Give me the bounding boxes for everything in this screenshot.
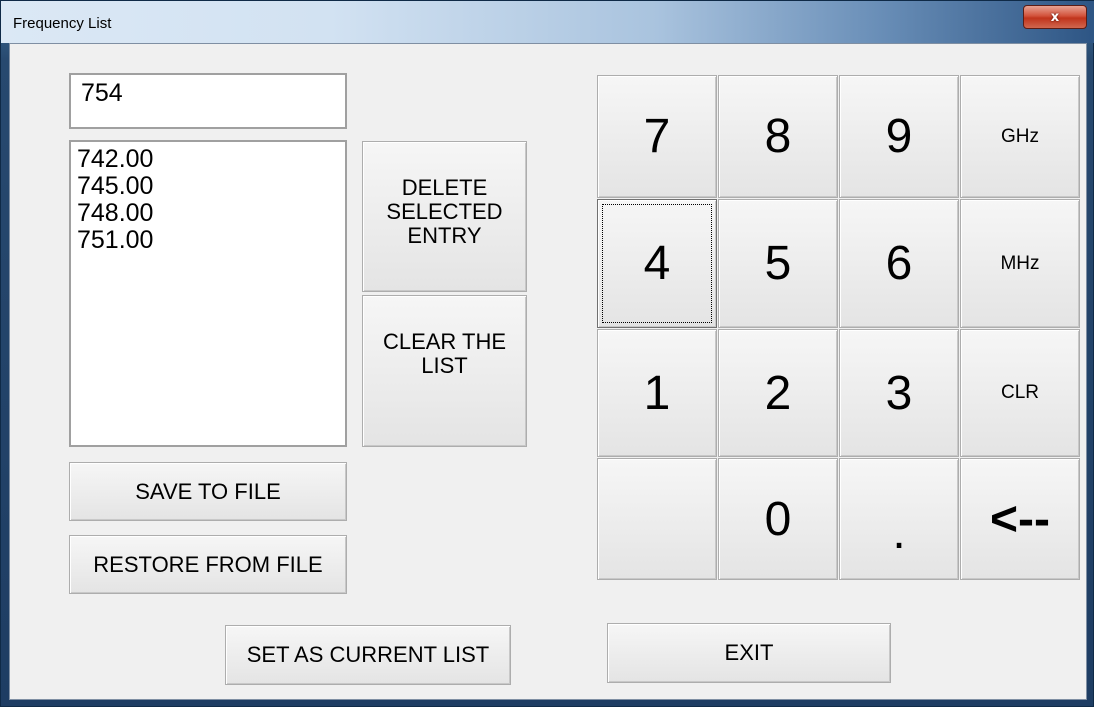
- key-1-button[interactable]: 1: [597, 329, 717, 457]
- clear-list-button[interactable]: CLEAR THE LIST: [362, 295, 527, 447]
- key-5-label: 5: [764, 237, 792, 290]
- key-2-label: 2: [764, 366, 792, 420]
- key-8-button[interactable]: 8: [718, 75, 838, 198]
- ghz-button[interactable]: GHz: [960, 75, 1080, 198]
- key-2-button[interactable]: 2: [718, 329, 838, 457]
- key-5-button[interactable]: 5: [718, 199, 838, 328]
- save-to-file-button[interactable]: SAVE TO FILE: [69, 462, 347, 521]
- delete-selected-entry-button[interactable]: DELETE SELECTED ENTRY: [362, 141, 527, 292]
- key-6-label: 6: [885, 237, 913, 290]
- list-item[interactable]: 742.00: [77, 146, 345, 173]
- ghz-label: GHz: [1001, 125, 1039, 147]
- restore-from-file-label: RESTORE FROM FILE: [93, 551, 323, 577]
- key-6-button[interactable]: 6: [839, 199, 959, 328]
- key-3-label: 3: [885, 366, 913, 420]
- clr-button[interactable]: CLR: [960, 329, 1080, 457]
- set-as-current-list-label: SET AS CURRENT LIST: [246, 642, 490, 667]
- save-to-file-label: SAVE TO FILE: [135, 478, 281, 504]
- key-7-label: 7: [643, 110, 671, 163]
- title-bar[interactable]: Frequency List x: [1, 1, 1094, 43]
- backspace-button[interactable]: <--: [960, 458, 1080, 580]
- key-0-label: 0: [764, 492, 792, 546]
- decimal-point-label: .: [892, 505, 906, 559]
- frequency-input[interactable]: 754: [69, 73, 347, 129]
- key-7-button[interactable]: 7: [597, 75, 717, 198]
- key-4-label: 4: [643, 237, 671, 290]
- key-8-label: 8: [764, 110, 792, 163]
- list-item[interactable]: 751.00: [77, 227, 345, 254]
- exit-label: EXIT: [724, 640, 774, 665]
- key-1-label: 1: [643, 366, 671, 420]
- set-as-current-list-button[interactable]: SET AS CURRENT LIST: [225, 625, 511, 685]
- blank-key-button[interactable]: [597, 458, 717, 580]
- list-item[interactable]: 748.00: [77, 200, 345, 227]
- frequency-list-window: Frequency List x 754 742.00 745.00 748.0…: [0, 0, 1094, 707]
- window-title: Frequency List: [13, 15, 112, 32]
- key-9-label: 9: [885, 110, 913, 163]
- close-button[interactable]: x: [1023, 5, 1087, 29]
- key-4-button[interactable]: 4: [597, 199, 717, 328]
- mhz-label: MHz: [1000, 252, 1040, 274]
- key-3-button[interactable]: 3: [839, 329, 959, 457]
- backspace-label: <--: [990, 492, 1050, 546]
- key-9-button[interactable]: 9: [839, 75, 959, 198]
- delete-selected-entry-label: DELETE SELECTED ENTRY: [386, 175, 503, 248]
- clear-list-label: CLEAR THE LIST: [382, 329, 507, 378]
- close-icon: x: [1050, 9, 1060, 25]
- list-item[interactable]: 745.00: [77, 173, 345, 200]
- exit-button[interactable]: EXIT: [607, 623, 891, 683]
- frequency-listbox[interactable]: 742.00 745.00 748.00 751.00: [69, 140, 347, 447]
- mhz-button[interactable]: MHz: [960, 199, 1080, 328]
- clr-label: CLR: [1000, 382, 1039, 403]
- decimal-point-button[interactable]: .: [839, 458, 959, 580]
- key-0-button[interactable]: 0: [718, 458, 838, 580]
- restore-from-file-button[interactable]: RESTORE FROM FILE: [69, 535, 347, 594]
- client-area: 754 742.00 745.00 748.00 751.00 DELETE S…: [9, 43, 1087, 700]
